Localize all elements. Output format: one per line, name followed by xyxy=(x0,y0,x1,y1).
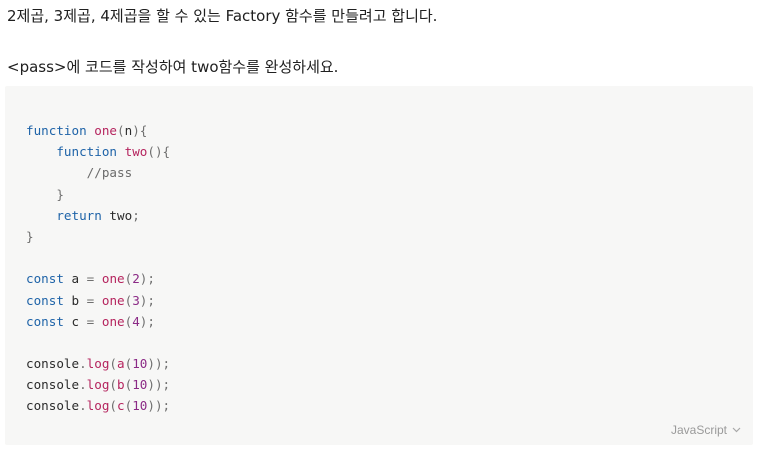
code-token: one xyxy=(101,313,125,329)
code-token: } xyxy=(26,186,64,202)
code-line: const c = one(4); xyxy=(26,311,170,332)
code-token: b xyxy=(63,292,87,308)
code-token: const xyxy=(26,313,64,329)
code-token: . xyxy=(79,377,87,393)
code-token: a xyxy=(117,356,125,372)
code-token: console xyxy=(26,377,80,393)
code-token: ); xyxy=(139,292,155,308)
language-label: JavaScript xyxy=(670,423,727,437)
code-token: )); xyxy=(147,377,171,393)
code-token: ( xyxy=(109,398,118,414)
code-token: b xyxy=(117,377,125,393)
code-token: 4 xyxy=(132,313,140,329)
code-content: function one(n){ function two(){ //pass … xyxy=(26,120,170,417)
code-token: 10 xyxy=(132,356,148,372)
code-token: const xyxy=(26,292,64,308)
code-token: ); xyxy=(139,271,155,287)
code-line: return two; xyxy=(26,205,170,226)
code-token: c xyxy=(117,398,125,414)
code-token: ){ xyxy=(132,123,148,138)
code-token: ( xyxy=(109,356,118,372)
code-token: console xyxy=(26,398,80,414)
question-text-line-1: 2제곱, 3제곱, 4제곱을 할 수 있는 Factory 함수를 만들려고 합… xyxy=(7,7,438,25)
code-line: function two(){ xyxy=(26,141,170,162)
code-token: ; xyxy=(132,207,140,223)
code-token: return xyxy=(56,207,102,223)
code-token: one xyxy=(101,271,125,287)
code-token: //pass xyxy=(26,165,133,181)
code-token: two xyxy=(124,144,148,160)
code-line: const b = one(3); xyxy=(26,290,170,311)
code-token: log xyxy=(86,398,110,414)
code-token: two xyxy=(101,207,133,223)
code-line: console.log(b(10)); xyxy=(26,374,170,395)
code-token: log xyxy=(86,356,110,372)
code-block: function one(n){ function two(){ //pass … xyxy=(5,86,753,445)
code-token: . xyxy=(79,398,87,414)
code-token: console xyxy=(26,356,80,372)
chevron-down-icon xyxy=(732,427,741,433)
code-line: //pass xyxy=(26,162,170,183)
code-token: log xyxy=(86,377,110,393)
code-token: ( xyxy=(117,123,125,138)
code-token: } xyxy=(26,228,34,244)
code-token: a xyxy=(63,271,87,287)
code-token: )); xyxy=(147,398,171,414)
code-line: function one(n){ xyxy=(26,120,170,141)
question-text-line-2: <pass>에 코드를 작성하여 two함수를 완성하세요. xyxy=(7,58,339,76)
code-token: 10 xyxy=(132,398,148,414)
code-token: one xyxy=(101,292,125,308)
code-line: } xyxy=(26,184,170,205)
language-selector[interactable]: JavaScript xyxy=(671,423,741,437)
code-token: 2 xyxy=(132,271,140,287)
code-line: console.log(a(10)); xyxy=(26,353,170,374)
code-token: function xyxy=(56,144,118,160)
code-token: c xyxy=(63,313,87,329)
code-token: one xyxy=(94,123,118,138)
code-token: 3 xyxy=(132,292,140,308)
code-token: . xyxy=(79,356,87,372)
code-line: const a = one(2); xyxy=(26,268,170,289)
code-token: const xyxy=(26,271,64,287)
code-line: } xyxy=(26,226,170,247)
code-token: ( xyxy=(109,377,118,393)
code-line: console.log(c(10)); xyxy=(26,395,170,416)
code-token: ); xyxy=(139,313,155,329)
code-token: (){ xyxy=(147,144,171,160)
code-token: )); xyxy=(147,356,171,372)
code-token: function xyxy=(26,123,87,138)
code-token: 10 xyxy=(132,377,148,393)
